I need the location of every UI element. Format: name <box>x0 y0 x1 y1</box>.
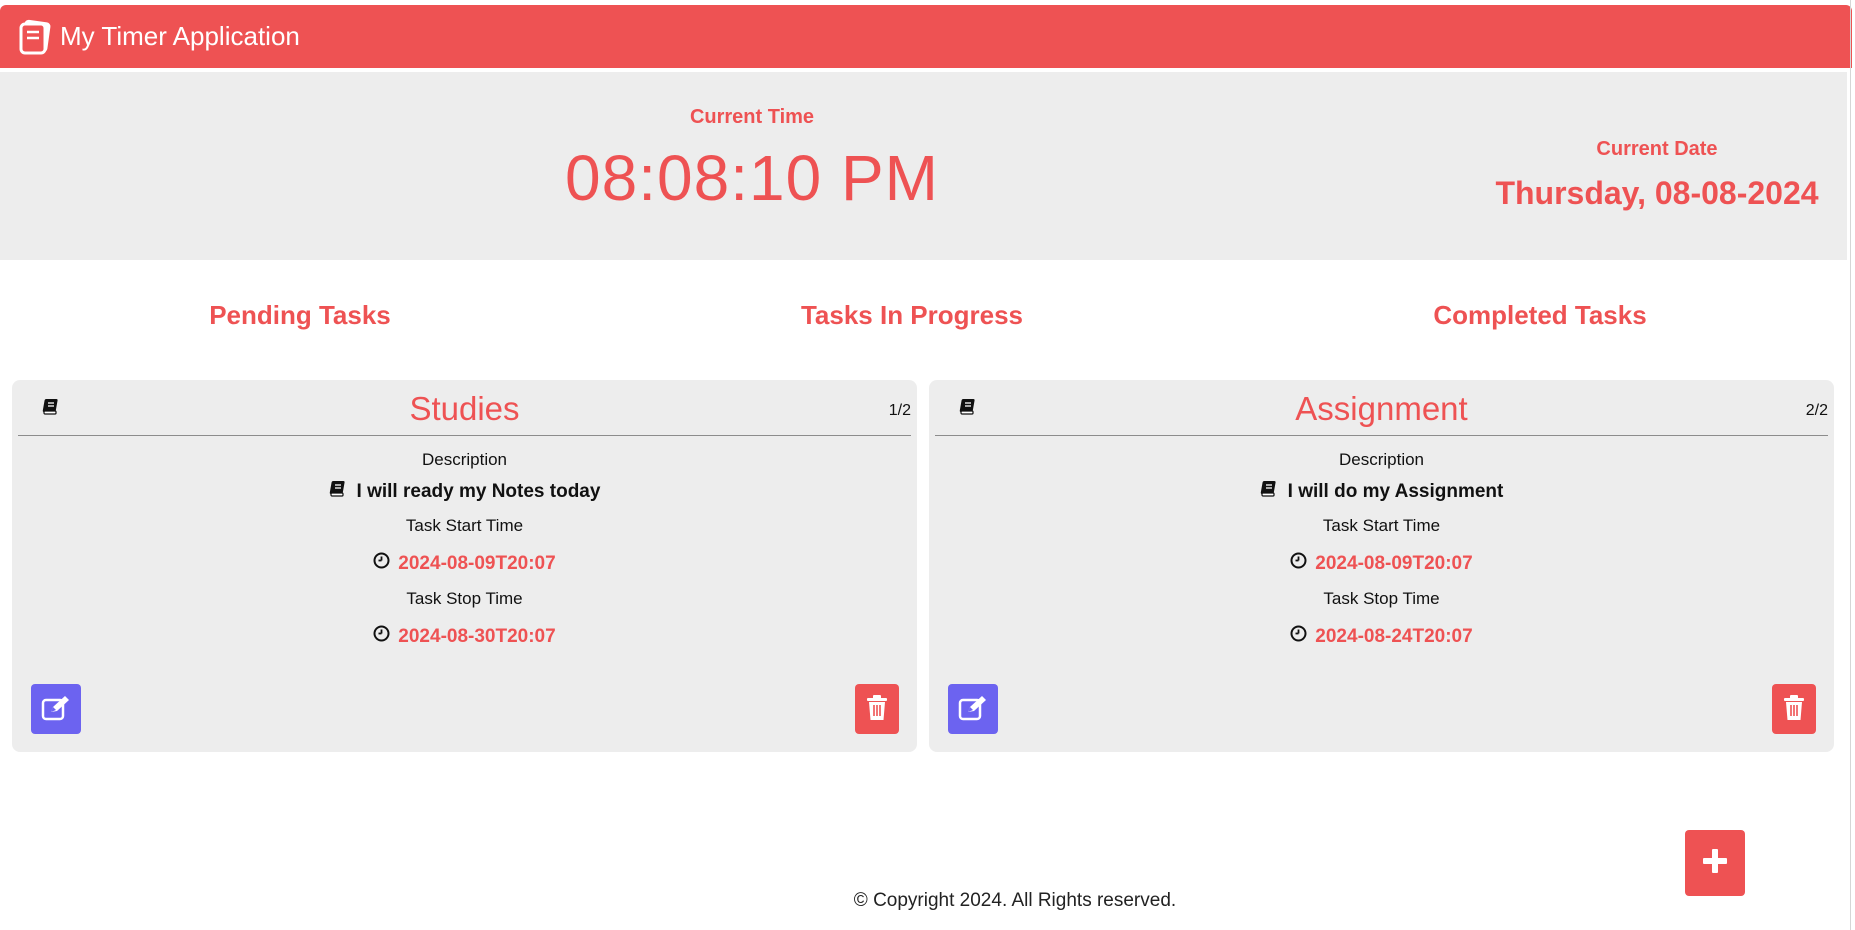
app-root: My Timer Application Current Time 08:08:… <box>0 0 1855 930</box>
stop-time-value: 2024-08-24T20:07 <box>1315 625 1473 647</box>
app-title[interactable]: My Timer Application <box>60 21 300 52</box>
task-card-body: Description I will do my Assignment Task… <box>929 450 1834 648</box>
task-card: Studies 1/2 Description I will ready my … <box>12 380 917 752</box>
current-time-value: 08:08:10 PM <box>565 142 939 214</box>
task-card-body: Description I will ready my Notes today … <box>12 450 917 648</box>
task-stop-time: 2024-08-30T20:07 <box>12 625 917 648</box>
task-count: 1/2 <box>888 402 911 419</box>
description-label: Description <box>421 450 508 469</box>
task-title: Assignment <box>1295 390 1468 427</box>
plus-icon <box>1702 848 1728 879</box>
task-title: Studies <box>409 390 520 427</box>
trash-icon <box>866 694 888 724</box>
task-stop-time: 2024-08-24T20:07 <box>929 625 1834 648</box>
delete-task-button[interactable] <box>855 684 899 734</box>
current-date-block: Current Date Thursday, 08-08-2024 <box>1460 138 1854 212</box>
completed-tasks-heading: Completed Tasks <box>1433 300 1647 330</box>
start-time-value: 2024-08-09T20:07 <box>1315 552 1473 574</box>
add-task-button[interactable] <box>1685 830 1745 896</box>
start-time-label: Task Start Time <box>1322 516 1441 535</box>
clock-icon <box>373 552 390 575</box>
stop-time-label: Task Stop Time <box>1323 589 1440 608</box>
task-card-header: Studies 1/2 <box>18 380 911 436</box>
clock-panel: Current Time 08:08:10 PM Current Date Th… <box>0 72 1847 260</box>
footer-copyright: © Copyright 2024. All Rights reserved. <box>853 890 1177 911</box>
edit-icon <box>958 694 988 725</box>
navbar: My Timer Application <box>0 5 1852 68</box>
in-progress-tasks-heading: Tasks In Progress <box>800 300 1024 330</box>
current-time-block: Current Time 08:08:10 PM <box>552 106 952 215</box>
clock-icon <box>1290 552 1307 575</box>
task-description-text: I will do my Assignment <box>1287 481 1504 502</box>
clock-icon <box>373 625 390 648</box>
start-time-label: Task Start Time <box>405 516 524 535</box>
description-label: Description <box>1338 450 1425 469</box>
window-edge <box>1850 0 1851 930</box>
book-icon <box>1260 480 1278 504</box>
book-icon <box>329 480 347 504</box>
start-time-value: 2024-08-09T20:07 <box>398 552 556 574</box>
edit-icon <box>41 694 71 725</box>
trash-icon <box>1783 694 1805 724</box>
pending-tasks-heading: Pending Tasks <box>209 300 391 330</box>
stop-time-label: Task Stop Time <box>406 589 523 608</box>
task-card-header: Assignment 2/2 <box>935 380 1828 436</box>
task-description-text: I will ready my Notes today <box>356 481 601 502</box>
current-time-label: Current Time <box>689 106 815 128</box>
stop-time-value: 2024-08-30T20:07 <box>398 625 556 647</box>
task-count: 2/2 <box>1805 402 1828 419</box>
task-start-time: 2024-08-09T20:07 <box>929 552 1834 575</box>
task-start-time: 2024-08-09T20:07 <box>12 552 917 575</box>
delete-task-button[interactable] <box>1772 684 1816 734</box>
current-date-label: Current Date <box>1596 138 1718 160</box>
notebook-icon[interactable] <box>18 19 54 55</box>
edit-task-button[interactable] <box>31 684 81 734</box>
clock-icon <box>1290 625 1307 648</box>
task-description: I will ready my Notes today <box>12 480 917 504</box>
task-card: Assignment 2/2 Description I will do my … <box>929 380 1834 752</box>
task-description: I will do my Assignment <box>929 480 1834 504</box>
current-date-value: Thursday, 08-08-2024 <box>1495 175 1819 211</box>
edit-task-button[interactable] <box>948 684 998 734</box>
